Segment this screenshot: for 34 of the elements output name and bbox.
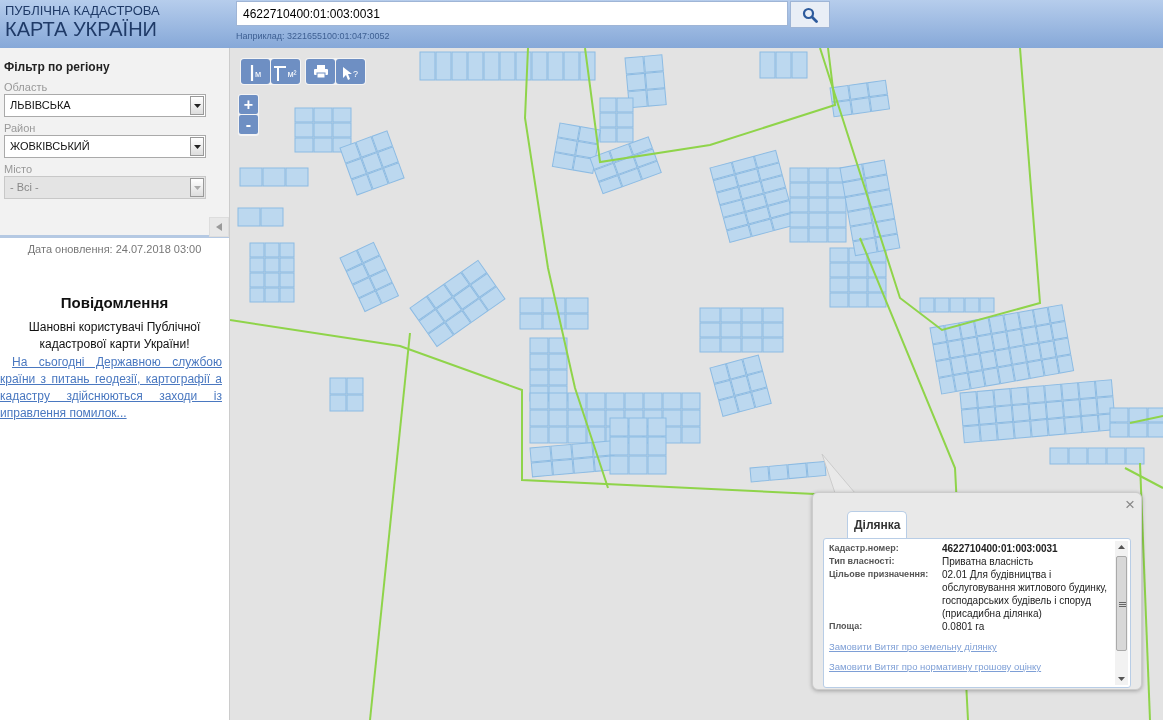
field-value: 0.0801 га: [942, 620, 985, 633]
logo-title: КАРТА УКРАЇНИ: [5, 19, 158, 39]
region-dropdown[interactable]: ЖОВКІВСЬКИЙ: [4, 135, 206, 158]
notice-link[interactable]: На сьогодні Державною службою країни з питань геодезії, картографії а кадастру здійснюються заходи із иправлення помилок...: [0, 354, 222, 422]
field-label: Область: [4, 80, 49, 94]
field-value: 02.01 Для будівництва і обслуговування житлового будинку, господарських будівель і споруд (присадибна ділянка): [942, 568, 1109, 620]
map-tool-button[interactable]: ?: [336, 59, 365, 84]
search-example: Наприклад: 3221655100:01:047:0052: [236, 30, 391, 43]
field-label: Район: [4, 121, 37, 135]
field-label: Місто: [4, 162, 34, 176]
field-value: 4622710400:01:003:0031: [942, 542, 1058, 555]
order-link[interactable]: Замовити Витяг про земельну ділянку: [829, 640, 997, 653]
map-tool-button[interactable]: м: [241, 59, 270, 84]
field-label: Площа:: [829, 620, 864, 633]
notice-text: Шановні користувачі Публічної кадастрової карти України!: [27, 319, 202, 353]
zoom-out-button[interactable]: -: [239, 115, 258, 134]
filter-title: Фільтр по регіону: [4, 59, 111, 76]
notice-title: Повідомлення: [59, 292, 170, 313]
tool-label: ?: [353, 67, 358, 81]
field-label: Цільове призначення:: [829, 568, 930, 581]
search-field[interactable]: 4622710400:01:003:0031: [236, 1, 788, 26]
field-label: Тип власності:: [829, 555, 896, 568]
region-dropdown[interactable]: ЛЬВІВСЬКА: [4, 94, 206, 117]
close-button[interactable]: ×: [1125, 496, 1135, 513]
map-tool-button[interactable]: м²: [271, 59, 300, 84]
tool-label: м²: [287, 67, 297, 81]
tool-label: м: [254, 67, 262, 81]
field-label: Кадастр.номер:: [829, 542, 900, 555]
logo-title: ПУБЛІЧНА КАДАСТРОВА: [5, 4, 161, 17]
popup-tab[interactable]: Ділянка: [847, 511, 908, 538]
update-date: Дата оновлення: 24.07.2018 03:00: [26, 242, 203, 257]
field-value: Приватна власність: [942, 555, 1034, 568]
zoom-in-button[interactable]: +: [239, 95, 258, 114]
order-link[interactable]: Замовити Витяг про нормативну грошову оцінку: [829, 660, 1042, 673]
